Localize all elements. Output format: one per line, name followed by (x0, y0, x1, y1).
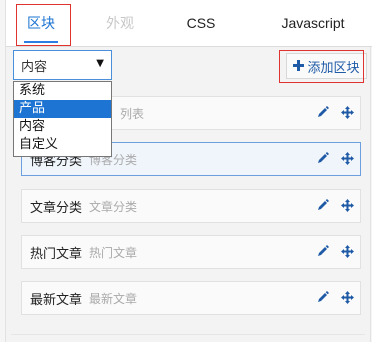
block-actions (317, 143, 354, 177)
active-tab-underline (24, 41, 58, 43)
block-item[interactable]: 文章分类 文章分类 (21, 189, 361, 223)
block-actions (317, 190, 354, 224)
select-value: 内容 (21, 59, 48, 75)
block-actions (317, 236, 354, 270)
tab-appearance-label: 外观 (106, 15, 134, 31)
dropdown-option[interactable]: 系统 (14, 82, 111, 100)
block-description: 最新文章 (89, 291, 138, 306)
move-icon[interactable] (341, 105, 354, 123)
move-icon[interactable] (341, 198, 354, 216)
block-panel: 区块 外观 CSS Javascript 内容 ▼ 系统 产品 内容 自定义 添… (5, 0, 372, 342)
block-item[interactable]: 最新文章 最新文章 (21, 281, 361, 315)
plus-icon (293, 57, 305, 75)
dropdown-option[interactable]: 自定义 (14, 136, 111, 154)
block-title: 最新文章 (30, 292, 83, 308)
pencil-icon[interactable] (317, 106, 329, 122)
tab-css[interactable]: CSS (176, 0, 226, 46)
block-title: 热门文章 (30, 246, 83, 262)
tab-javascript-label: Javascript (281, 15, 345, 31)
move-icon[interactable] (341, 151, 354, 169)
block-actions (317, 97, 354, 131)
pencil-icon[interactable] (317, 152, 329, 168)
move-icon[interactable] (341, 244, 354, 262)
tab-css-label: CSS (186, 15, 216, 31)
dropdown-option-selected[interactable]: 产品 (14, 100, 111, 118)
dropdown-option[interactable]: 内容 (14, 118, 111, 136)
pencil-icon[interactable] (317, 245, 329, 261)
add-block-button[interactable]: 添加区块 (286, 53, 367, 79)
tab-blocks-label: 区块 (27, 15, 55, 31)
select-dropdown: 系统 产品 内容 自定义 (13, 81, 112, 157)
block-item[interactable]: 热门文章 热门文章 (21, 235, 361, 269)
block-description: 热门文章 (89, 245, 138, 260)
tab-blocks[interactable]: 区块 (14, 0, 68, 46)
move-icon[interactable] (341, 290, 354, 308)
block-title: 文章分类 (30, 200, 83, 216)
tab-bar: 区块 外观 CSS Javascript (6, 0, 372, 47)
block-description: 列表 (120, 106, 145, 121)
pencil-icon[interactable] (317, 291, 329, 307)
pencil-icon[interactable] (317, 199, 329, 215)
tab-appearance[interactable]: 外观 (92, 0, 148, 46)
chevron-down-icon: ▼ (96, 58, 104, 69)
block-category-select[interactable]: 内容 ▼ (13, 50, 112, 80)
block-actions (317, 282, 354, 316)
add-block-label: 添加区块 (307, 60, 360, 76)
panel-bottom-divider (11, 334, 365, 335)
block-description: 文章分类 (89, 199, 138, 214)
tab-javascript[interactable]: Javascript (268, 0, 358, 46)
